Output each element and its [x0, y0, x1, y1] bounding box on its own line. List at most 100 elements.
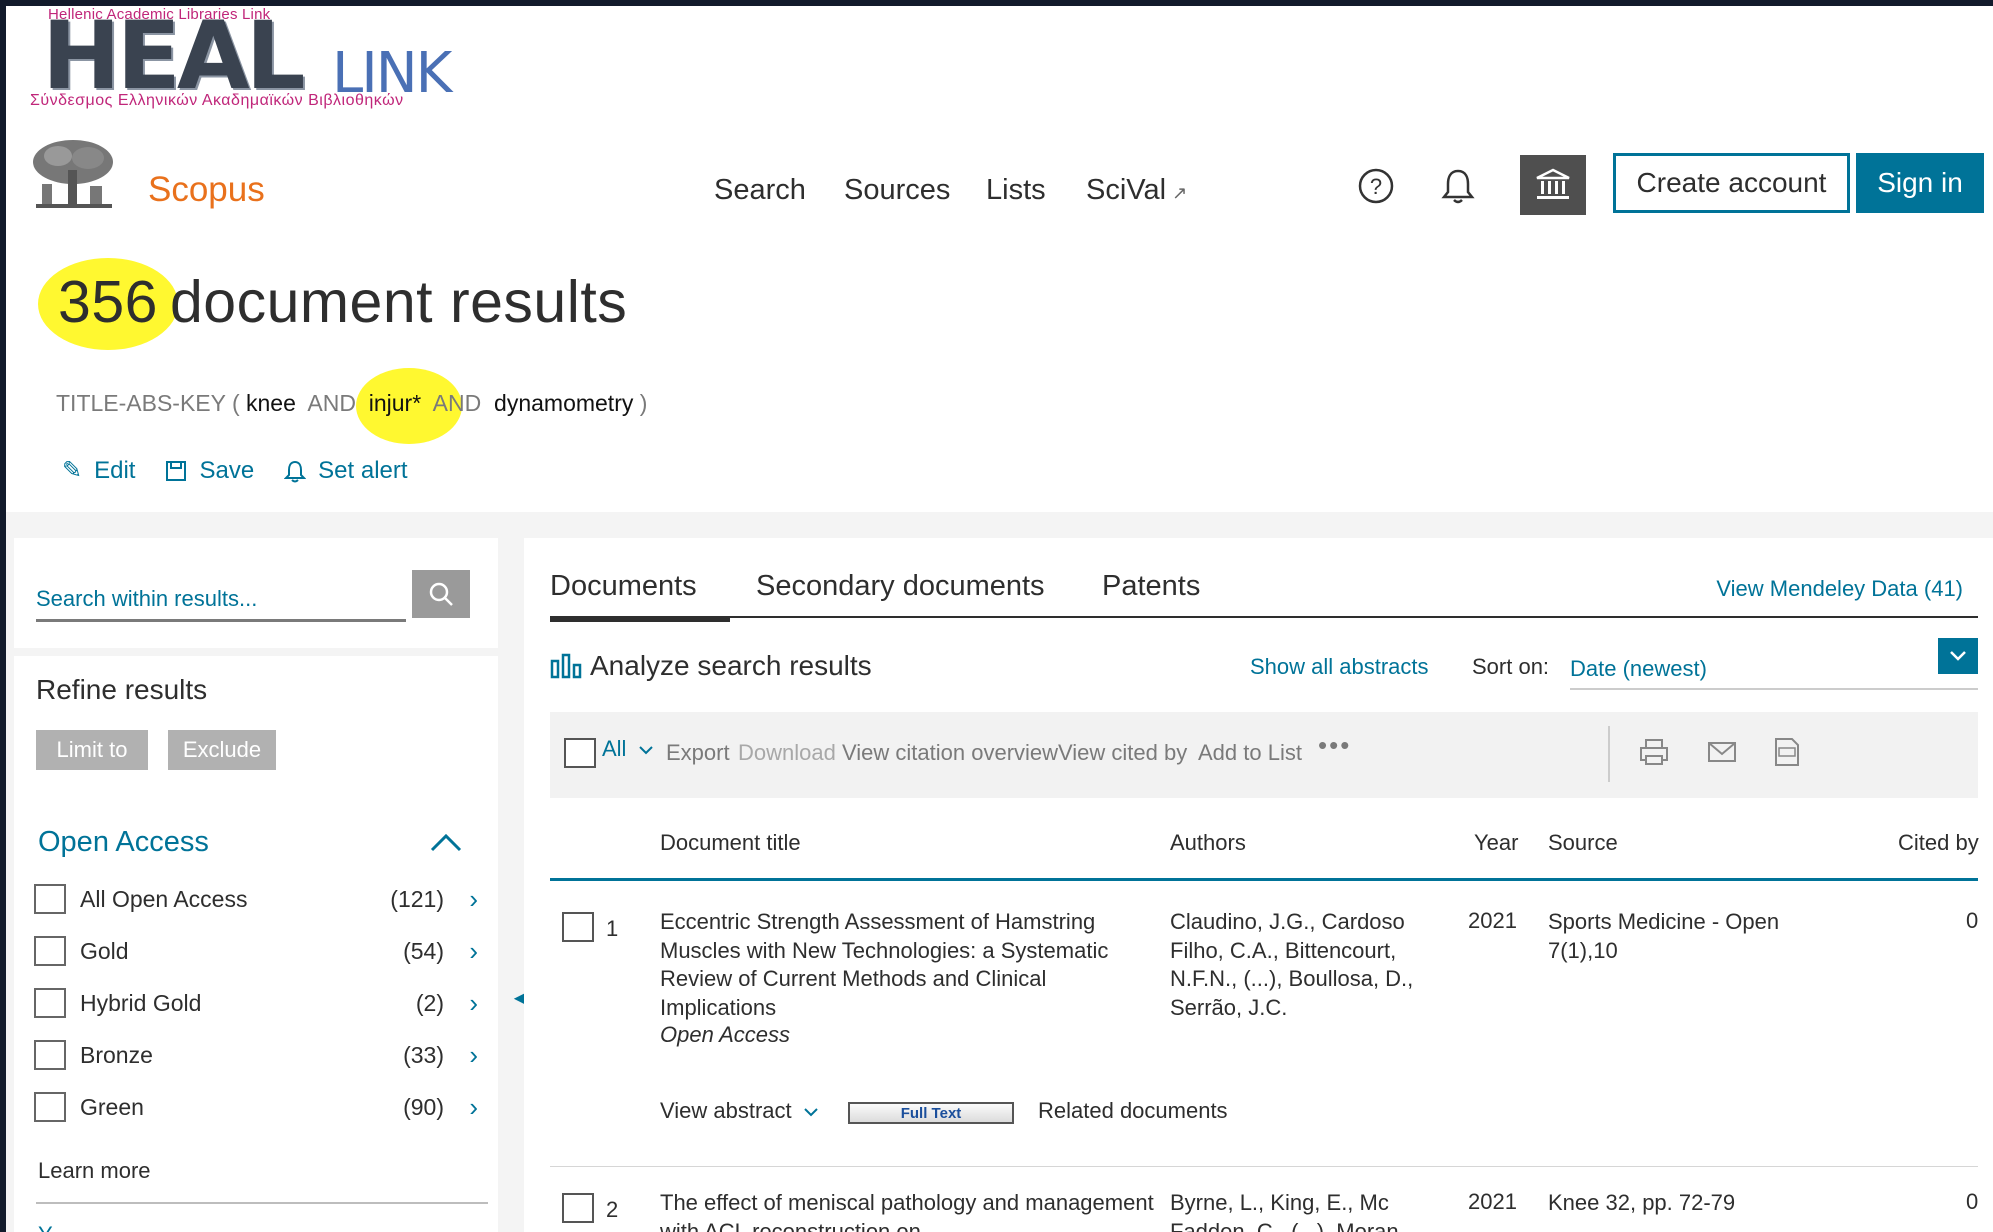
- facet-gold[interactable]: Gold (54) ›: [34, 932, 484, 972]
- facet-all-open-access[interactable]: All Open Access (121) ›: [34, 880, 484, 920]
- exclude-button[interactable]: Exclude: [168, 730, 276, 770]
- nav-scival[interactable]: SciVal ↗: [1086, 174, 1187, 207]
- view-abstract-toggle[interactable]: View abstract: [660, 1098, 820, 1124]
- chevron-right-icon[interactable]: ›: [469, 936, 478, 967]
- query-term-knee: knee: [246, 390, 296, 416]
- facet-count: (90): [403, 1094, 444, 1120]
- nav-search[interactable]: Search: [714, 174, 806, 207]
- cited-count[interactable]: 0: [1966, 908, 1978, 934]
- set-alert-button[interactable]: Set alert: [284, 456, 408, 485]
- chevron-right-icon[interactable]: ›: [469, 884, 478, 915]
- sign-in-button[interactable]: Sign in: [1856, 153, 1984, 213]
- facet-hybrid-gold[interactable]: Hybrid Gold (2) ›: [34, 984, 484, 1024]
- results-panel: Documents Secondary documents Patents Vi…: [524, 538, 1993, 1232]
- heal-link-logo: Hellenic Academic Libraries Link HEAL LI…: [28, 6, 468, 118]
- edit-button[interactable]: ✎ Edit: [62, 456, 135, 485]
- active-tab-indicator: [550, 616, 730, 622]
- checkbox[interactable]: [34, 1092, 66, 1122]
- chevron-right-icon[interactable]: ›: [469, 1092, 478, 1123]
- nav-lists[interactable]: Lists: [986, 174, 1046, 207]
- facet-label: All Open Access: [80, 886, 248, 912]
- add-to-list-button[interactable]: Add to List: [1198, 740, 1302, 766]
- checkbox[interactable]: [34, 884, 66, 914]
- select-all-checkbox[interactable]: [564, 738, 596, 768]
- column-authors[interactable]: Authors: [1170, 830, 1246, 856]
- row-checkbox[interactable]: [562, 912, 594, 942]
- related-documents-link[interactable]: Related documents: [1038, 1098, 1228, 1124]
- authors-list[interactable]: Claudino, J.G., Cardoso Filho, C.A., Bit…: [1170, 908, 1440, 1022]
- limit-to-button[interactable]: Limit to: [36, 730, 148, 770]
- save-button[interactable]: Save: [165, 456, 254, 485]
- scopus-brand[interactable]: Scopus: [148, 170, 265, 210]
- learn-more-link[interactable]: Learn more: [38, 1158, 151, 1184]
- nav-scival-label: SciVal: [1086, 174, 1167, 206]
- facet-green[interactable]: Green (90) ›: [34, 1088, 484, 1128]
- print-icon[interactable]: [1638, 736, 1670, 768]
- source-link[interactable]: Sports Medicine - Open 7(1),10: [1548, 908, 1818, 965]
- show-all-abstracts-link[interactable]: Show all abstracts: [1250, 654, 1429, 680]
- sort-select[interactable]: Date (newest): [1570, 652, 1978, 690]
- tab-secondary-documents[interactable]: Secondary documents: [756, 570, 1045, 603]
- checkbox[interactable]: [34, 988, 66, 1018]
- search-icon: [429, 582, 453, 606]
- next-facet-heading[interactable]: Y: [38, 1222, 53, 1232]
- facet-count: (2): [415, 990, 444, 1016]
- row-divider: [550, 1166, 1978, 1167]
- full-text-button[interactable]: Full Text: [848, 1102, 1014, 1124]
- view-cited-by-button[interactable]: View cited by: [1058, 740, 1187, 766]
- tab-patents[interactable]: Patents: [1102, 570, 1200, 603]
- chevron-down-icon: [638, 746, 653, 755]
- search-within-button[interactable]: [412, 570, 470, 618]
- results-toolbar: All Export Download View citation overvi…: [550, 712, 1978, 798]
- year: 2021: [1468, 908, 1517, 933]
- refine-title: Refine results: [36, 674, 208, 705]
- institution-button[interactable]: [1520, 155, 1586, 215]
- column-year[interactable]: Year: [1474, 830, 1518, 856]
- row-checkbox[interactable]: [562, 1193, 594, 1223]
- document-title-link[interactable]: The effect of meniscal pathology and man…: [660, 1189, 1160, 1232]
- sort-dropdown-button[interactable]: [1938, 638, 1978, 674]
- column-document-title[interactable]: Document title: [660, 830, 801, 856]
- pdf-icon[interactable]: [1770, 736, 1802, 768]
- authors-list[interactable]: Byrne, L., King, E., Mc Fadden, C., (...…: [1170, 1189, 1440, 1232]
- source-link[interactable]: Knee 32, pp. 72-79: [1548, 1189, 1818, 1218]
- open-access-heading[interactable]: Open Access: [38, 826, 209, 859]
- help-circle-icon[interactable]: ?: [1356, 166, 1396, 206]
- facet-count: (121): [390, 886, 444, 912]
- tab-documents[interactable]: Documents: [550, 570, 697, 603]
- chevron-down-icon: [1950, 651, 1966, 661]
- chevron-right-icon[interactable]: ›: [469, 1040, 478, 1071]
- cited-count[interactable]: 0: [1966, 1189, 1978, 1215]
- facet-bronze[interactable]: Bronze (33) ›: [34, 1036, 484, 1076]
- nav-sources[interactable]: Sources: [844, 174, 950, 207]
- bar-chart-icon: [550, 653, 582, 679]
- institution-icon: [1536, 168, 1570, 199]
- alert-bell-icon: [284, 460, 307, 482]
- create-account-button[interactable]: Create account: [1613, 153, 1850, 213]
- results-label: document results: [169, 269, 628, 335]
- tab-divider: [550, 616, 1978, 618]
- column-source[interactable]: Source: [1548, 830, 1618, 856]
- view-citation-overview-button[interactable]: View citation overview: [842, 740, 1058, 766]
- toolbar-divider: [1608, 726, 1610, 782]
- row-number: 1: [606, 916, 619, 941]
- search-within-input[interactable]: Search within results...: [36, 570, 406, 622]
- checkbox[interactable]: [34, 1040, 66, 1070]
- chevron-up-icon[interactable]: [428, 828, 464, 856]
- view-mendeley-data-link[interactable]: View Mendeley Data (41): [1716, 576, 1963, 602]
- select-all-dropdown[interactable]: All: [602, 736, 655, 762]
- document-title-link[interactable]: Eccentric Strength Assessment of Hamstri…: [660, 908, 1160, 1022]
- chevron-right-icon[interactable]: ›: [469, 988, 478, 1019]
- checkbox[interactable]: [34, 936, 66, 966]
- bell-icon[interactable]: [1438, 166, 1478, 206]
- export-button[interactable]: Export: [666, 740, 730, 766]
- more-options-button[interactable]: •••: [1318, 730, 1351, 761]
- open-access-label: Open Access: [660, 1022, 791, 1047]
- row-number: 2: [606, 1197, 619, 1222]
- email-icon[interactable]: [1706, 736, 1738, 768]
- column-cited-by[interactable]: Cited by: [1898, 830, 1979, 856]
- analyze-search-results-button[interactable]: Analyze search results: [550, 650, 872, 682]
- refine-panel: Refine results Limit to Exclude Open Acc…: [14, 656, 498, 1232]
- query-term-dynamometry: dynamometry: [494, 390, 634, 416]
- download-button[interactable]: Download: [738, 740, 836, 766]
